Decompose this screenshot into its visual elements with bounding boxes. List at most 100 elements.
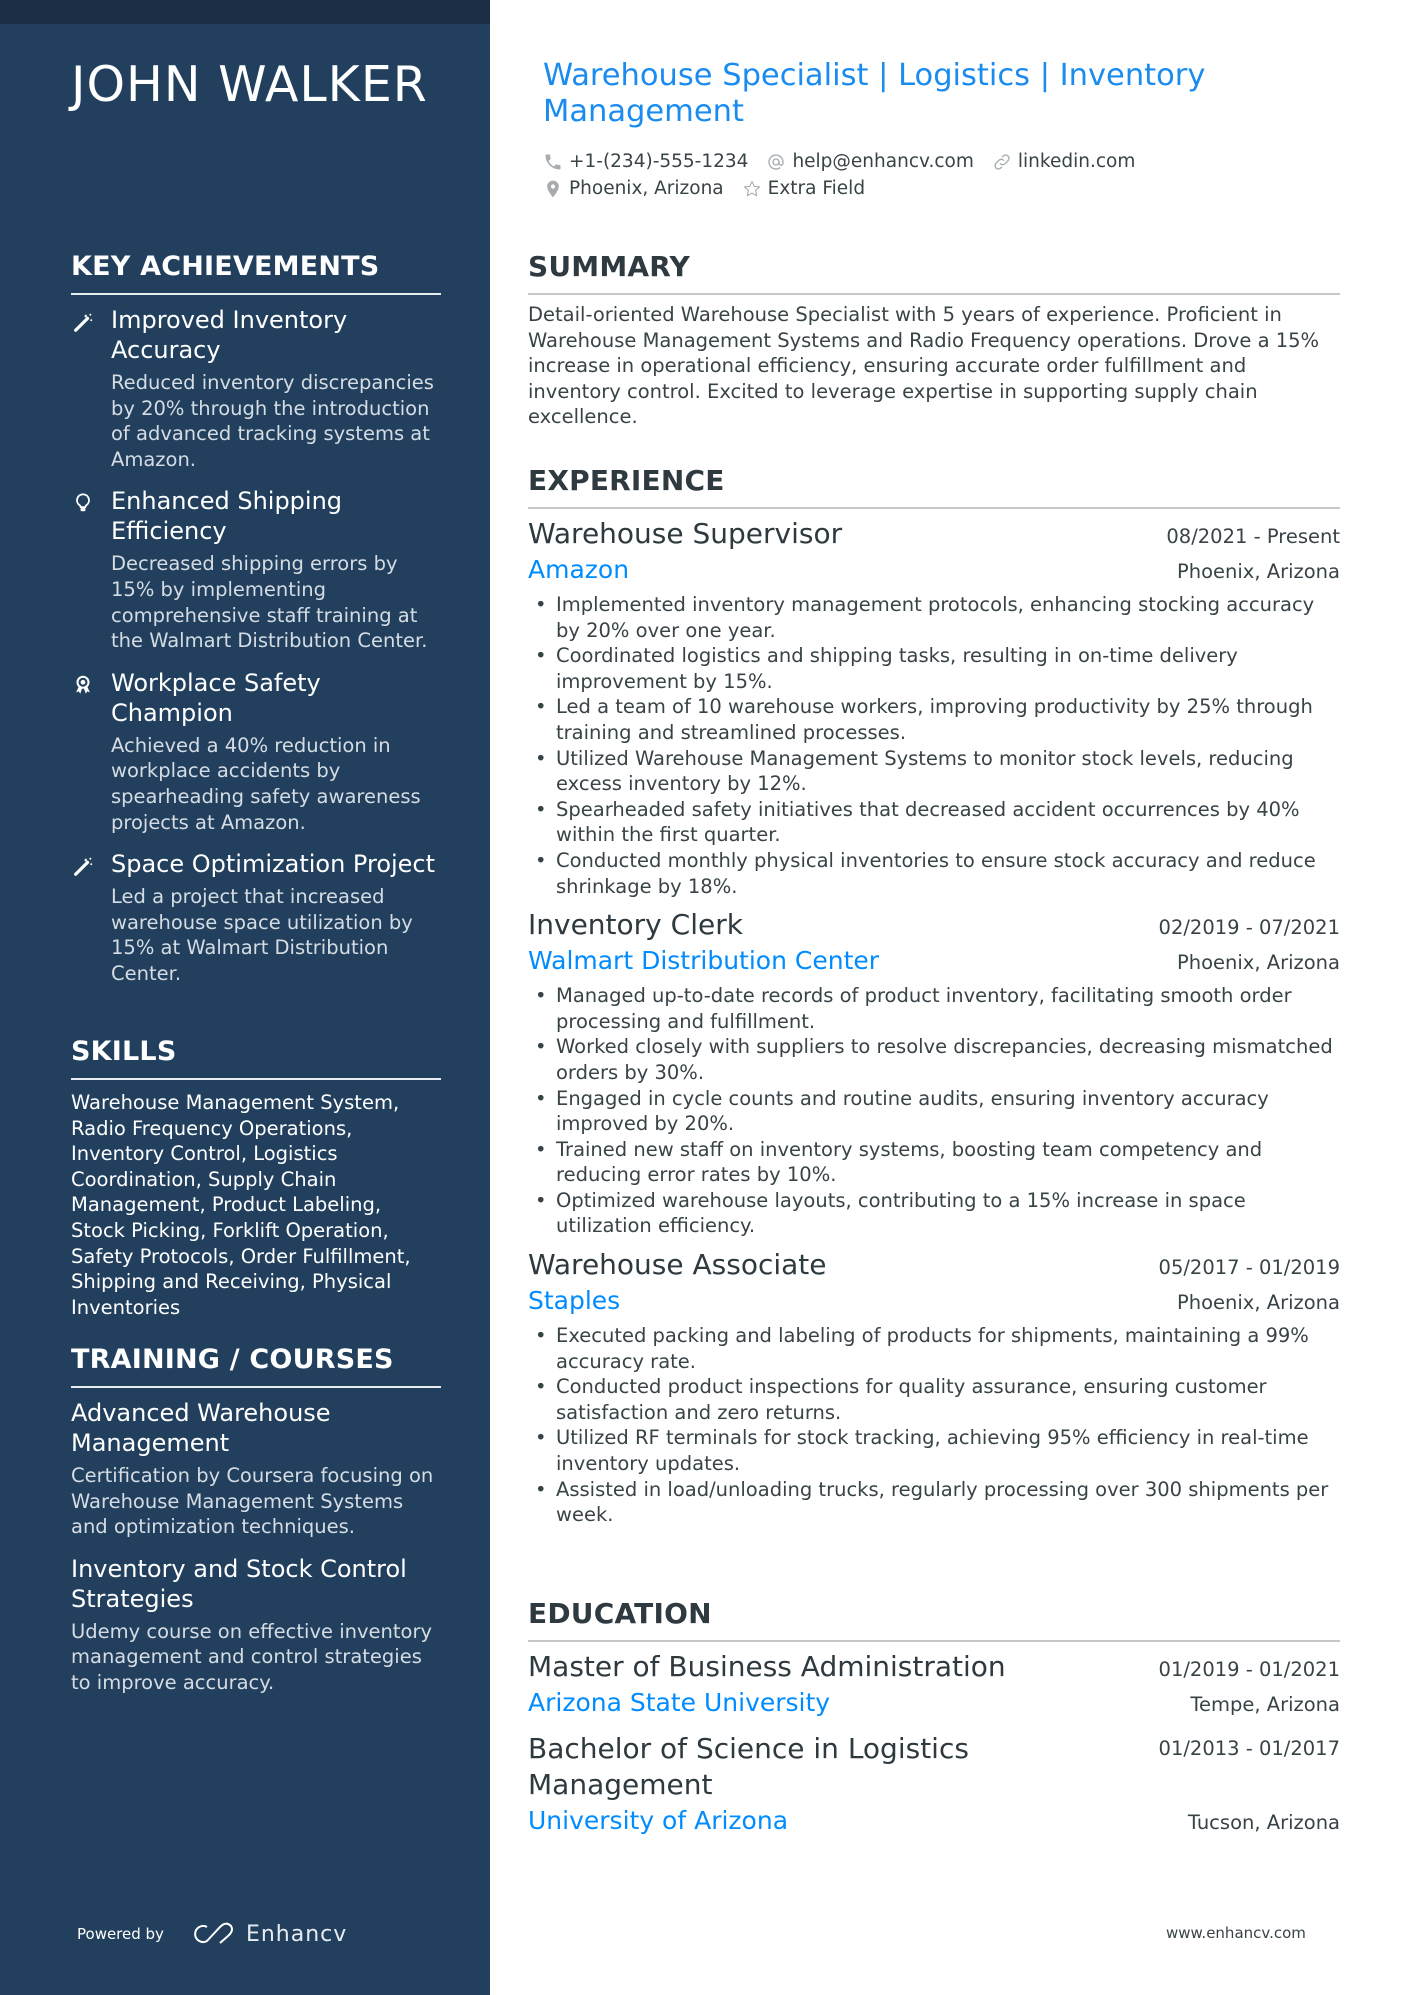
- job-dates: 05/2017 - 01/2019: [1158, 1256, 1340, 1280]
- skills-section: SKILLS Warehouse Management System, Radi…: [71, 1035, 441, 1320]
- job-dates: 02/2019 - 07/2021: [1158, 916, 1340, 940]
- bullet-item: Worked closely with suppliers to resolve…: [528, 1034, 1340, 1085]
- achievement-item: Workplace Safety Champion Achieved a 40%…: [71, 668, 441, 835]
- at-icon: [768, 153, 785, 170]
- school-name[interactable]: University of Arizona: [528, 1803, 788, 1839]
- award-ribbon-icon: [76, 675, 90, 694]
- lightbulb-icon: [76, 493, 90, 512]
- section-heading: EXPERIENCE: [528, 464, 725, 497]
- job-title: Warehouse Supervisor: [528, 517, 843, 550]
- phone-icon: [545, 154, 561, 169]
- education-entry: Bachelor of Science in Logistics Managem…: [528, 1731, 1340, 1839]
- course-item: Inventory and Stock Control Strategies U…: [71, 1554, 441, 1696]
- summary-text: Detail-oriented Warehouse Specialist wit…: [528, 303, 1320, 429]
- achievement-description: Decreased shipping errors by 15% by impl…: [111, 552, 428, 653]
- achievement-title: Space Optimization Project: [111, 850, 436, 879]
- company-name[interactable]: Amazon: [528, 552, 629, 588]
- contact-row: +1-(234)-555-1234 help@enhancv.com linke…: [543, 148, 1303, 175]
- section-divider: [528, 1640, 1340, 1642]
- skills-list: Warehouse Management System, Radio Frequ…: [71, 1091, 411, 1319]
- bullet-item: Engaged in cycle counts and routine audi…: [528, 1086, 1340, 1137]
- contact-email[interactable]: help@enhancv.com: [766, 151, 974, 172]
- location-pin-icon: [547, 180, 559, 197]
- education-location: Tucson, Arizona: [1187, 1811, 1340, 1834]
- experience-section: EXPERIENCE Warehouse Supervisor 08/2021 …: [528, 464, 1340, 1536]
- enhancv-logo-icon: [194, 1922, 233, 1944]
- key-achievements-section: KEY ACHIEVEMENTS Improved Inventory Accu…: [71, 250, 441, 1001]
- bullet-item: Implemented inventory management protoco…: [528, 592, 1340, 643]
- section-heading: TRAINING / COURSES: [71, 1344, 394, 1375]
- degree-title: Bachelor of Science in Logistics Managem…: [528, 1732, 969, 1801]
- enhancv-wordmark: Enhancv: [245, 1921, 348, 1947]
- magic-wand-icon: [74, 857, 93, 876]
- company-name[interactable]: Staples: [528, 1283, 620, 1319]
- achievement-title: Enhanced Shipping Efficiency: [111, 487, 343, 546]
- job-bullets: Executed packing and labeling of product…: [528, 1323, 1340, 1528]
- bullet-item: Conducted product inspections for qualit…: [528, 1374, 1340, 1425]
- job-entry: Inventory Clerk 02/2019 - 07/2021 Walmar…: [528, 907, 1340, 1239]
- section-heading: SUMMARY: [528, 250, 691, 283]
- achievement-title: Workplace Safety Champion: [111, 668, 321, 727]
- course-title: Inventory and Stock Control Strategies: [71, 1554, 407, 1613]
- section-heading: KEY ACHIEVEMENTS: [71, 251, 380, 282]
- achievement-item: Improved Inventory Accuracy Reduced inve…: [71, 305, 441, 472]
- headline: Warehouse Specialist | Logistics | Inven…: [543, 58, 1206, 129]
- sidebar-top-strip: [0, 0, 490, 24]
- bullet-item: Utilized RF terminals for stock tracking…: [528, 1425, 1340, 1476]
- achievement-description: Led a project that increased warehouse s…: [111, 885, 413, 985]
- section-heading: SKILLS: [71, 1036, 177, 1067]
- achievement-item: Space Optimization Project Led a project…: [71, 849, 441, 986]
- magic-wand-icon: [74, 313, 93, 332]
- bullet-item: Led a team of 10 warehouse workers, impr…: [528, 694, 1340, 745]
- degree-title: Master of Business Administration: [528, 1650, 1006, 1683]
- link-icon: [994, 153, 1010, 170]
- company-name[interactable]: Walmart Distribution Center: [528, 943, 879, 979]
- section-heading: EDUCATION: [528, 1597, 712, 1630]
- star-icon: [743, 180, 760, 196]
- bullet-item: Optimized warehouse layouts, contributin…: [528, 1188, 1340, 1239]
- job-entry: Warehouse Associate 05/2017 - 01/2019 St…: [528, 1247, 1340, 1528]
- location-text: Phoenix, Arizona: [569, 178, 724, 199]
- achievement-item: Enhanced Shipping Efficiency Decreased s…: [71, 486, 441, 653]
- bullet-item: Trained new staff on inventory systems, …: [528, 1137, 1340, 1188]
- course-description: Certification by Coursera focusing on Wa…: [71, 1464, 434, 1539]
- footer-website[interactable]: www.enhancv.com: [1166, 1924, 1306, 1942]
- bullet-item: Coordinated logistics and shipping tasks…: [528, 643, 1340, 694]
- contact-link[interactable]: linkedin.com: [992, 151, 1135, 172]
- education-entry: Master of Business Administration 01/201…: [528, 1649, 1340, 1721]
- extra-field-text: Extra Field: [767, 178, 866, 199]
- contact-extra: Extra Field: [742, 178, 865, 199]
- course-item: Advanced Warehouse Management Certificat…: [71, 1398, 441, 1540]
- section-divider: [71, 1078, 441, 1080]
- contact-phone[interactable]: +1-(234)-555-1234: [543, 151, 748, 172]
- achievement-description: Achieved a 40% reduction in workplace ac…: [111, 733, 421, 834]
- training-section: TRAINING / COURSES Advanced Warehouse Ma…: [71, 1343, 441, 1710]
- job-title: Inventory Clerk: [528, 908, 743, 942]
- powered-by: Powered by Enhancv: [77, 1921, 347, 1947]
- job-bullets: Implemented inventory management protoco…: [528, 592, 1340, 899]
- bullet-item: Executed packing and labeling of product…: [528, 1323, 1340, 1374]
- phone-text: +1-(234)-555-1234: [569, 151, 749, 172]
- contact-location: Phoenix, Arizona: [543, 178, 724, 199]
- section-divider: [528, 507, 1340, 509]
- course-description: Udemy course on effective inventory mana…: [71, 1619, 433, 1694]
- job-location: Phoenix, Arizona: [1176, 951, 1340, 975]
- job-location: Phoenix, Arizona: [1176, 1291, 1340, 1315]
- course-title: Advanced Warehouse Management: [71, 1399, 331, 1457]
- achievement-description: Reduced inventory discrepancies by 20% t…: [111, 371, 434, 471]
- school-name[interactable]: Arizona State University: [528, 1685, 830, 1721]
- job-entry: Warehouse Supervisor 08/2021 - Present A…: [528, 516, 1340, 899]
- enhancv-logo[interactable]: Enhancv: [190, 1921, 347, 1947]
- contact-row: Phoenix, Arizona Extra Field: [543, 175, 1303, 202]
- education-dates: 01/2019 - 01/2021: [1158, 1658, 1340, 1681]
- education-section: EDUCATION Master of Business Administrat…: [528, 1597, 1340, 1849]
- education-dates: 01/2013 - 01/2017: [1158, 1737, 1340, 1760]
- email-text: help@enhancv.com: [792, 151, 974, 172]
- job-location: Phoenix, Arizona: [1176, 560, 1340, 583]
- contact-info: +1-(234)-555-1234 help@enhancv.com linke…: [543, 148, 1303, 202]
- job-title: Warehouse Associate: [528, 1248, 827, 1282]
- job-dates: 08/2021 - Present: [1166, 525, 1340, 548]
- bullet-item: Assisted in load/unloading trucks, regul…: [528, 1477, 1340, 1528]
- candidate-name: JOHN WALKER: [71, 56, 428, 113]
- bullet-item: Spearheaded safety initiatives that decr…: [528, 797, 1340, 848]
